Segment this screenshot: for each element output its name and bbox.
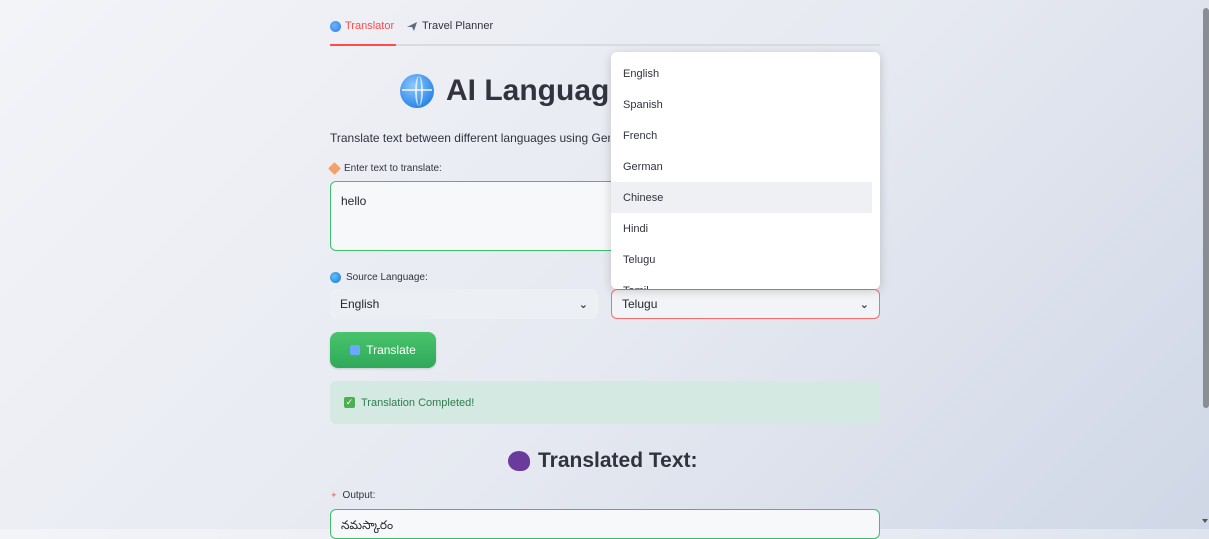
- tab-translator[interactable]: Translator: [330, 20, 394, 32]
- source-language-select[interactable]: English ⌄: [330, 289, 598, 319]
- output-label: ✦ Output:: [330, 490, 375, 501]
- tab-travel-planner[interactable]: Travel Planner: [406, 20, 493, 32]
- translated-heading-text: Translated Text:: [538, 449, 698, 472]
- tab-translator-label: Translator: [345, 20, 395, 32]
- source-language-label: Source Language:: [330, 272, 428, 283]
- dropdown-option-highlighted[interactable]: Chinese: [611, 182, 872, 213]
- globe-icon: [330, 272, 341, 283]
- airplane-icon: [406, 20, 418, 32]
- page-title: AI Languag: [400, 74, 609, 108]
- output-label-text: Output:: [342, 490, 376, 501]
- translated-heading: Translated Text:: [508, 449, 698, 473]
- refresh-icon: [350, 345, 361, 355]
- page-title-text: AI Languag: [446, 74, 610, 107]
- source-language-value: English: [340, 297, 380, 311]
- page-scrollbar[interactable]: [1203, 8, 1209, 408]
- sparkle-icon: ✦: [330, 490, 338, 500]
- dropdown-option[interactable]: French: [611, 120, 880, 151]
- page-description: Translate text between different languag…: [330, 131, 610, 145]
- dropdown-option[interactable]: Hindi: [611, 213, 880, 244]
- tab-travel-planner-label: Travel Planner: [422, 20, 494, 32]
- output-textarea[interactable]: నమస్కారం: [330, 509, 880, 539]
- speaking-head-icon: [508, 451, 530, 471]
- target-language-select[interactable]: Telugu ⌄: [611, 289, 880, 319]
- input-label-text: Enter text to translate:: [344, 163, 442, 174]
- success-text: Translation Completed!: [361, 396, 475, 409]
- success-alert: ✓ Translation Completed!: [330, 381, 880, 424]
- scroll-down-arrow-icon[interactable]: [1202, 519, 1208, 523]
- pencil-icon: [328, 162, 341, 175]
- translate-button-label: Translate: [366, 343, 416, 357]
- target-language-dropdown: English Spanish French German Chinese Hi…: [611, 52, 880, 289]
- target-language-value: Telugu: [622, 297, 658, 311]
- dropdown-option[interactable]: Spanish: [611, 89, 880, 120]
- dropdown-option[interactable]: German: [611, 151, 880, 182]
- chevron-down-icon: ⌄: [578, 298, 588, 311]
- dropdown-option[interactable]: Telugu: [611, 244, 880, 275]
- checkmark-icon: ✓: [344, 397, 355, 408]
- input-label: Enter text to translate:: [328, 162, 442, 175]
- globe-icon: [400, 74, 434, 108]
- active-tab-underline: [330, 44, 396, 46]
- chevron-down-icon: ⌄: [859, 298, 869, 311]
- globe-icon: [330, 20, 341, 32]
- dropdown-option[interactable]: English: [611, 58, 880, 89]
- dropdown-option[interactable]: Tamil: [611, 275, 880, 290]
- translate-button[interactable]: Translate: [330, 332, 436, 368]
- tab-bar: Translator Travel Planner: [330, 14, 880, 46]
- source-language-label-text: Source Language:: [346, 272, 428, 283]
